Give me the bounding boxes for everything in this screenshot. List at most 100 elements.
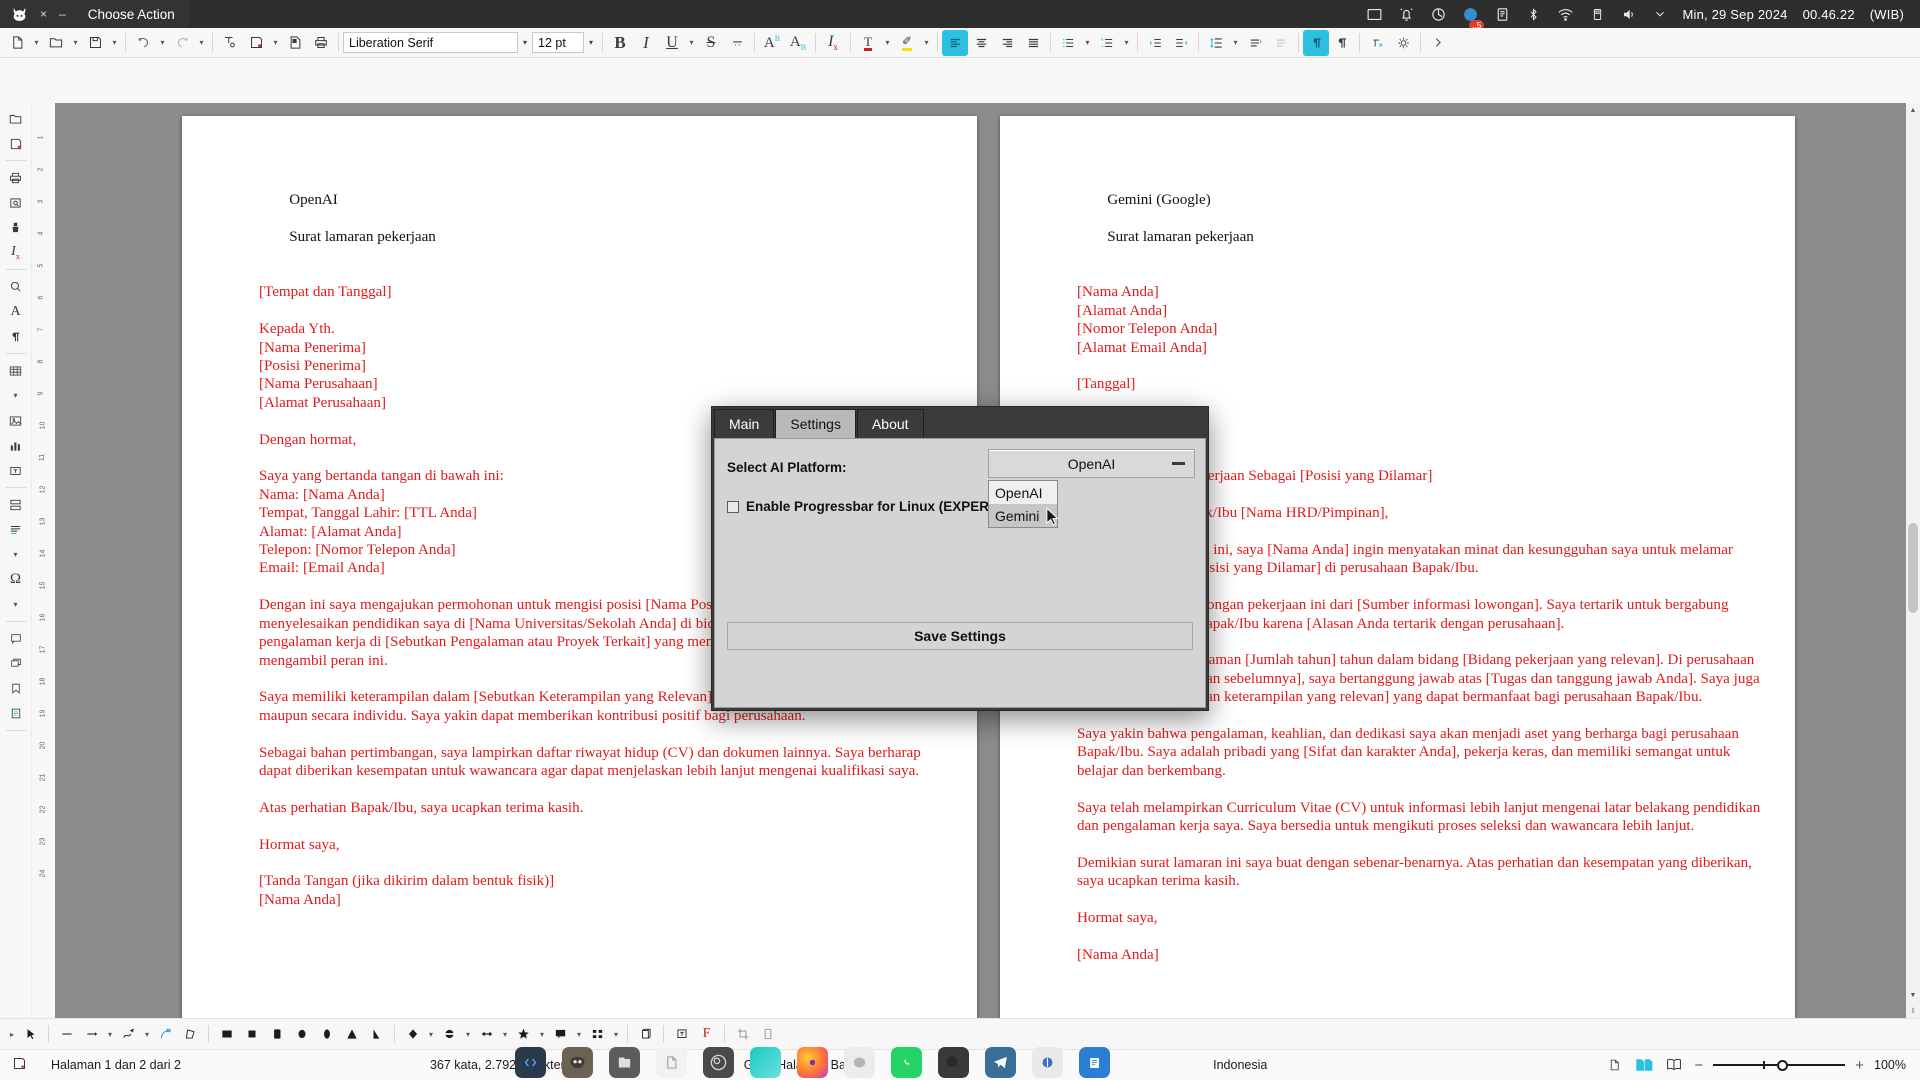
insert-table-icon[interactable] <box>3 359 29 382</box>
ordered-list-button[interactable] <box>1094 30 1120 56</box>
save-icon[interactable] <box>82 30 108 56</box>
align-center-button[interactable] <box>968 30 994 56</box>
print-preview-icon[interactable] <box>3 191 29 214</box>
basic-shapes-icon[interactable] <box>400 1022 425 1047</box>
single-page-view-icon[interactable] <box>1604 1057 1624 1074</box>
track-changes-icon[interactable] <box>3 652 29 675</box>
triangle-tool-icon[interactable] <box>339 1022 364 1047</box>
special-character-icon[interactable]: Ω <box>3 568 29 591</box>
notification-bell-icon[interactable] <box>1398 0 1415 28</box>
align-justify-button[interactable] <box>1020 30 1046 56</box>
undo-icon[interactable] <box>130 30 156 56</box>
clipboard-icon[interactable] <box>1494 0 1511 28</box>
font-size-dropdown-icon[interactable]: ▾ <box>584 32 598 53</box>
align-left-button[interactable] <box>942 30 968 56</box>
line-tool-icon[interactable] <box>54 1022 79 1047</box>
clear-formatting-button[interactable]: Ix <box>820 30 846 56</box>
document-vertical-scrollbar[interactable]: ▲ ▼ ⇩ <box>1906 103 1920 1018</box>
font-name-input[interactable]: Liberation Serif <box>343 32 518 53</box>
save-dropdown-icon[interactable]: ▾ <box>108 30 121 56</box>
freeform-line-icon[interactable] <box>116 1022 141 1047</box>
paragraph-space-below-button[interactable] <box>1268 30 1294 56</box>
wifi-icon[interactable] <box>1556 0 1575 28</box>
time-label[interactable]: 00.46.22 <box>1803 7 1855 22</box>
insert-field-dropdown-icon[interactable]: ▾ <box>3 543 29 566</box>
platform-select[interactable]: OpenAI <box>988 449 1195 478</box>
font-color-button[interactable]: T <box>855 30 881 56</box>
new-document-dropdown-icon[interactable]: ▾ <box>30 30 43 56</box>
save-as-icon[interactable] <box>243 30 269 56</box>
new-document-icon[interactable] <box>4 30 30 56</box>
print-sidebar-icon[interactable] <box>3 166 29 189</box>
tab-settings[interactable]: Settings <box>775 409 856 438</box>
select-tool-icon[interactable] <box>18 1022 43 1047</box>
save-sidebar-icon[interactable] <box>3 132 29 155</box>
font-color-dropdown-icon[interactable]: ▾ <box>881 30 894 56</box>
progressbar-checkbox[interactable] <box>727 501 739 513</box>
unordered-list-button[interactable] <box>1055 30 1081 56</box>
whatsapp-icon[interactable] <box>891 1047 922 1078</box>
symbol-shapes-dropdown-icon[interactable]: ▾ <box>462 1022 474 1047</box>
ellipse-tool-icon[interactable] <box>289 1022 314 1047</box>
page-settings-button[interactable] <box>1390 30 1416 56</box>
special-character-dropdown-icon[interactable]: ▾ <box>3 593 29 616</box>
chevron-down-icon[interactable] <box>1653 0 1667 28</box>
volume-icon[interactable] <box>1620 0 1638 28</box>
tab-about[interactable]: About <box>857 409 924 438</box>
scrollbar-thumb[interactable] <box>1908 523 1918 613</box>
zoom-slider-knob[interactable] <box>1777 1060 1788 1071</box>
zoom-in-button[interactable]: + <box>1855 1057 1864 1074</box>
scroll-down-button[interactable]: ▼ <box>1906 988 1920 1002</box>
zoom-level-label[interactable]: 100% <box>1874 1058 1906 1072</box>
redo-dropdown-icon[interactable]: ▾ <box>195 30 208 56</box>
spelling-check-icon[interactable]: A <box>3 300 29 323</box>
polygon-tool-icon[interactable] <box>178 1022 203 1047</box>
underline-dropdown-icon[interactable]: ▾ <box>685 30 698 56</box>
align-right-button[interactable] <box>994 30 1020 56</box>
scroll-page-down-button[interactable]: ⇩ <box>1906 1004 1920 1018</box>
discord-icon[interactable] <box>844 1047 875 1078</box>
increase-indent-button[interactable] <box>1142 30 1168 56</box>
arrow-tool-icon[interactable] <box>79 1022 104 1047</box>
bluetooth-icon[interactable] <box>1526 0 1541 28</box>
superscript-button[interactable]: AB <box>759 30 785 56</box>
rectangle-tool-icon[interactable] <box>214 1022 239 1047</box>
usb-icon[interactable] <box>1590 0 1605 28</box>
line-spacing-dropdown-icon[interactable]: ▾ <box>1229 30 1242 56</box>
block-arrows-dropdown-icon[interactable]: ▾ <box>499 1022 511 1047</box>
find-and-replace-icon[interactable] <box>3 275 29 298</box>
highlight-color-dropdown-icon[interactable]: ▾ <box>920 30 933 56</box>
redo-icon[interactable] <box>169 30 195 56</box>
ai-settings-dialog[interactable]: Main Settings About Select AI Platform: … <box>711 406 1209 711</box>
code-editor-icon[interactable] <box>515 1047 546 1078</box>
language-label[interactable]: Indonesia <box>1201 1058 1279 1072</box>
formatting-marks-button[interactable] <box>1303 30 1329 56</box>
libreoffice-icon[interactable] <box>1079 1047 1110 1078</box>
window-close-button[interactable]: × <box>40 7 47 21</box>
page-info-label[interactable]: Halaman 1 dan 2 dari 2 <box>39 1058 193 1072</box>
clear-formatting-sidebar-icon[interactable]: Ix <box>3 241 29 264</box>
text-direction-button[interactable] <box>1329 30 1355 56</box>
vertical-ruler[interactable]: 123456789101112131415161718192021222324 <box>36 120 52 890</box>
freeform-line-dropdown-icon[interactable]: ▾ <box>141 1022 153 1047</box>
insert-bookmark-icon[interactable] <box>3 677 29 700</box>
insert-table-dropdown-icon[interactable]: ▾ <box>3 384 29 407</box>
strikethrough-button[interactable]: S <box>698 30 724 56</box>
sync-icon[interactable] <box>1430 0 1447 28</box>
tab-main[interactable]: Main <box>714 409 774 438</box>
font-size-input[interactable]: 12 pt <box>532 32 584 53</box>
drawing-overflow-left-icon[interactable]: ▸ <box>6 1022 18 1047</box>
subscript-button[interactable]: AB <box>785 30 811 56</box>
window-minimize-button[interactable]: – <box>59 7 66 21</box>
paragraph-space-above-button[interactable] <box>1242 30 1268 56</box>
save-settings-button[interactable]: Save Settings <box>727 622 1193 650</box>
ordered-list-dropdown-icon[interactable]: ▾ <box>1120 30 1133 56</box>
page-break-icon[interactable] <box>3 493 29 516</box>
zoom-slider[interactable] <box>1713 1058 1845 1072</box>
option-openai[interactable]: OpenAI <box>989 481 1057 504</box>
block-arrows-icon[interactable] <box>474 1022 499 1047</box>
document-modified-icon[interactable] <box>0 1056 39 1074</box>
clone-formatting-icon[interactable] <box>217 30 243 56</box>
open-file-dropdown-icon[interactable]: ▾ <box>69 30 82 56</box>
italic-button[interactable]: I <box>633 30 659 56</box>
